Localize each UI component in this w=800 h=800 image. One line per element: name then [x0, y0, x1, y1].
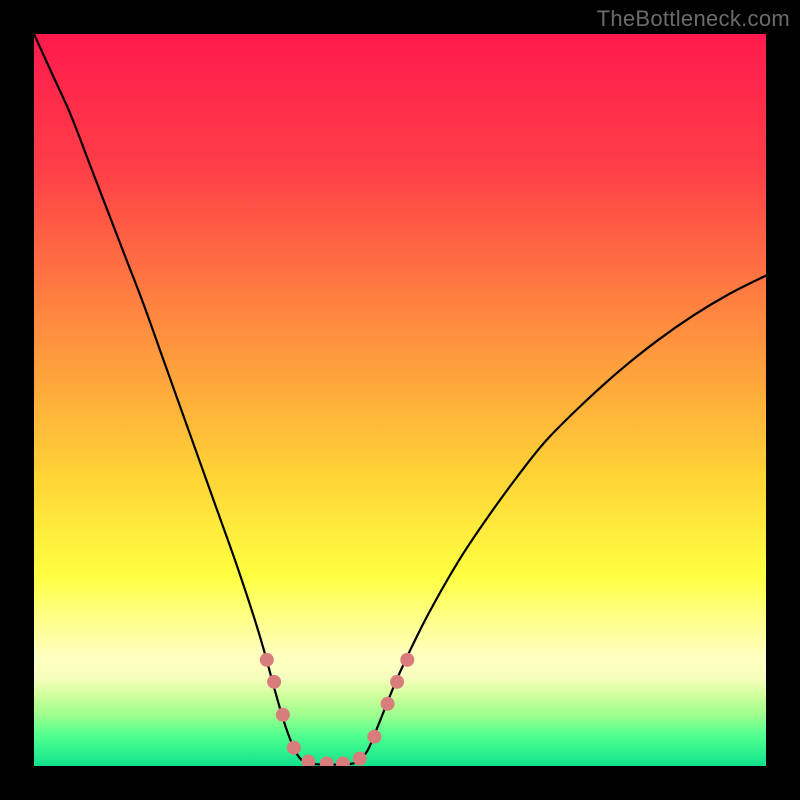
marker-point: [381, 697, 395, 711]
marker-point: [390, 675, 404, 689]
marker-point: [260, 653, 274, 667]
outer-frame: TheBottleneck.com: [0, 0, 800, 800]
gradient-background: [34, 34, 766, 766]
marker-point: [276, 708, 290, 722]
chart-svg: [34, 34, 766, 766]
watermark-text: TheBottleneck.com: [597, 6, 790, 32]
marker-point: [353, 752, 367, 766]
marker-point: [367, 730, 381, 744]
plot-area: [34, 34, 766, 766]
marker-point: [400, 653, 414, 667]
marker-point: [287, 741, 301, 755]
marker-point: [267, 675, 281, 689]
